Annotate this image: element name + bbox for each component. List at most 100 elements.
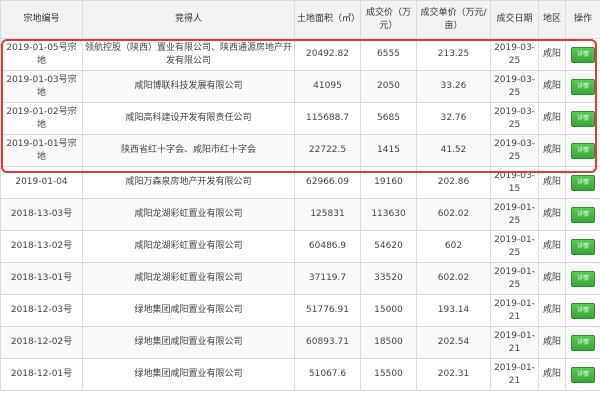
cell-code: 2018-12-03号 (0, 294, 83, 327)
cell-action: 详情 (565, 294, 600, 327)
header-date: 成交日期 (490, 0, 539, 39)
details-button[interactable]: 详情 (571, 110, 595, 127)
cell-region: 咸阳 (538, 134, 566, 167)
cell-unit-price: 41.52 (416, 134, 491, 167)
cell-area: 22722.5 (294, 134, 361, 167)
details-button[interactable]: 详情 (571, 334, 595, 351)
cell-unit-price: 602.02 (416, 262, 491, 295)
cell-price: 2050 (360, 70, 417, 103)
cell-date: 2019-03-25 (490, 70, 539, 103)
details-button[interactable]: 详情 (571, 270, 595, 287)
cell-date: 2019-03-25 (490, 102, 539, 135)
details-button[interactable]: 详情 (571, 174, 595, 191)
cell-date: 2019-01-21 (490, 326, 539, 359)
cell-code: 2018-12-01号 (0, 358, 83, 391)
cell-unit-price: 602 (416, 230, 491, 263)
table-row: 2018-12-03号 绿地集团咸阳置业有限公司 51776.91 15000 193.… (0, 294, 600, 327)
cell-code: 2019-01-05号宗地 (0, 38, 83, 71)
details-button[interactable]: 详情 (571, 78, 595, 95)
cell-date: 2019-03-25 (490, 134, 539, 167)
table-row: 2018-12-01号 绿地集团咸阳置业有限公司 51067.6 15500 202.3… (0, 358, 600, 391)
cell-region: 咸阳 (538, 358, 566, 391)
land-transactions-view: 宗地编号 竞得人 土地面积（㎡） 成交价（万元） 成交单价（万元/亩） 成交日期… (0, 0, 600, 400)
details-button[interactable]: 详情 (571, 302, 595, 319)
cell-code: 2018-12-02号 (0, 326, 83, 359)
header-code: 宗地编号 (0, 0, 83, 39)
header-action: 操作 (565, 0, 600, 39)
table-row: 2019-01-03号宗地 咸阳博联科技发展有限公司 41095 2050 33.26 2… (0, 70, 600, 103)
cell-unit-price: 32.76 (416, 102, 491, 135)
cell-date: 2019-01-25 (490, 262, 539, 295)
cell-code: 2019-01-04 (0, 166, 83, 199)
cell-unit-price: 193.14 (416, 294, 491, 327)
cell-buyer: 领航控股（陕西）置业有限公司、陕西通源房地产开发有限公司 (82, 38, 295, 71)
cell-unit-price: 202.86 (416, 166, 491, 199)
cell-action: 详情 (565, 262, 600, 295)
cell-price: 19160 (360, 166, 417, 199)
header-unit-price: 成交单价（万元/亩） (416, 0, 491, 39)
cell-price: 6555 (360, 38, 417, 71)
cell-code: 2018-13-01号 (0, 262, 83, 295)
cell-action: 详情 (565, 102, 600, 135)
cell-area: 51776.91 (294, 294, 361, 327)
cell-buyer: 咸阳万森泉房地产开发有限公司 (82, 166, 295, 199)
cell-region: 咸阳 (538, 166, 566, 199)
cell-action: 详情 (565, 70, 600, 103)
cell-action: 详情 (565, 326, 600, 359)
table-row: 2019-01-01号宗地 陕西省红十字会、咸阳市红十字会 22722.5 1415 4… (0, 134, 600, 167)
table-body: 2019-01-05号宗地 领航控股（陕西）置业有限公司、陕西通源房地产开发有限公… (0, 38, 600, 391)
table-row: 2018-13-01号 咸阳龙湖彩虹置业有限公司 37119.7 33520 602.0… (0, 262, 600, 295)
cell-action: 详情 (565, 198, 600, 231)
cell-price: 113630 (360, 198, 417, 231)
header-area: 土地面积（㎡） (294, 0, 361, 39)
cell-price: 33520 (360, 262, 417, 295)
cell-area: 62966.09 (294, 166, 361, 199)
cell-buyer: 咸阳高科建设开发有限责任公司 (82, 102, 295, 135)
cell-date: 2019-01-25 (490, 198, 539, 231)
cell-region: 咸阳 (538, 38, 566, 71)
cell-area: 37119.7 (294, 262, 361, 295)
cell-buyer: 绿地集团咸阳置业有限公司 (82, 326, 295, 359)
cell-unit-price: 202.54 (416, 326, 491, 359)
cell-region: 咸阳 (538, 198, 566, 231)
cell-unit-price: 33.26 (416, 70, 491, 103)
table-row: 2018-13-03号 咸阳龙湖彩虹置业有限公司 125831 113630 602.0… (0, 198, 600, 231)
cell-buyer: 绿地集团咸阳置业有限公司 (82, 294, 295, 327)
cell-date: 2019-01-21 (490, 294, 539, 327)
details-button[interactable]: 详情 (571, 206, 595, 223)
cell-buyer: 绿地集团咸阳置业有限公司 (82, 358, 295, 391)
cell-code: 2018-13-02号 (0, 230, 83, 263)
cell-unit-price: 213.25 (416, 38, 491, 71)
cell-date: 2019-03-25 (490, 38, 539, 71)
cell-unit-price: 602.02 (416, 198, 491, 231)
cell-code: 2019-01-02号宗地 (0, 102, 83, 135)
cell-date: 2019-03-15 (490, 166, 539, 199)
details-button[interactable]: 详情 (571, 142, 595, 159)
cell-price: 54620 (360, 230, 417, 263)
cell-area: 60893.71 (294, 326, 361, 359)
cell-buyer: 咸阳龙湖彩虹置业有限公司 (82, 262, 295, 295)
table-row: 2019-01-05号宗地 领航控股（陕西）置业有限公司、陕西通源房地产开发有限公… (0, 38, 600, 71)
cell-area: 125831 (294, 198, 361, 231)
cell-price: 15500 (360, 358, 417, 391)
cell-action: 详情 (565, 358, 600, 391)
cell-price: 15000 (360, 294, 417, 327)
details-button[interactable]: 详情 (571, 46, 595, 63)
cell-action: 详情 (565, 134, 600, 167)
cell-price: 18500 (360, 326, 417, 359)
cell-price: 1415 (360, 134, 417, 167)
header-region: 地区 (538, 0, 566, 39)
details-button[interactable]: 详情 (571, 366, 595, 383)
cell-unit-price: 202.31 (416, 358, 491, 391)
cell-code: 2019-01-03号宗地 (0, 70, 83, 103)
cell-action: 详情 (565, 166, 600, 199)
details-button[interactable]: 详情 (571, 238, 595, 255)
cell-region: 咸阳 (538, 70, 566, 103)
cell-area: 60486.9 (294, 230, 361, 263)
cell-buyer: 咸阳龙湖彩虹置业有限公司 (82, 198, 295, 231)
cell-area: 115688.7 (294, 102, 361, 135)
cell-region: 咸阳 (538, 230, 566, 263)
cell-buyer: 咸阳博联科技发展有限公司 (82, 70, 295, 103)
cell-region: 咸阳 (538, 326, 566, 359)
header-price: 成交价（万元） (360, 0, 417, 39)
